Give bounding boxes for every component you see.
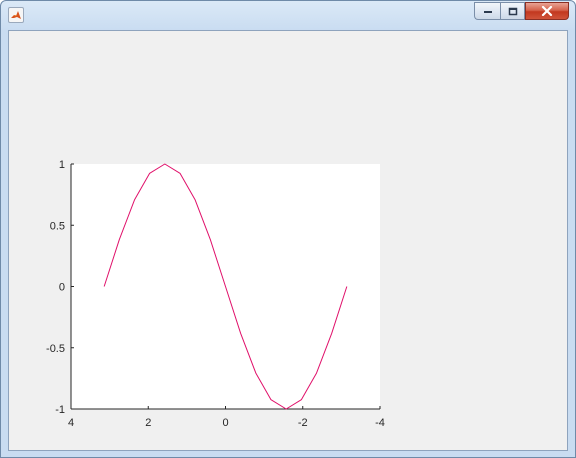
- x-tick-label: -2: [298, 417, 308, 429]
- matlab-figure-icon[interactable]: [8, 7, 24, 23]
- close-icon: [541, 6, 553, 16]
- y-tick-label: -0.5: [46, 343, 65, 355]
- minimize-icon: [483, 11, 492, 13]
- y-tick-label: 0: [59, 282, 65, 294]
- close-button[interactable]: [525, 2, 569, 20]
- y-tick-label: -1: [55, 404, 65, 416]
- restore-icon: [508, 7, 517, 15]
- minimize-button[interactable]: [474, 2, 500, 20]
- x-tick-label: 4: [68, 417, 74, 429]
- restore-button[interactable]: [500, 2, 525, 20]
- title-bar[interactable]: [1, 1, 575, 29]
- x-tick-label: 2: [145, 417, 151, 429]
- y-tick-label: 1: [59, 159, 65, 171]
- x-tick-label: 0: [222, 417, 228, 429]
- x-tick-label: -4: [375, 417, 385, 429]
- figure-client-area: 1 0.5 0 -0.5 -1 4 2 0 -2 -4: [8, 30, 568, 451]
- axes[interactable]: 1 0.5 0 -0.5 -14 2 0 -2 -4: [46, 159, 385, 429]
- plot-canvas: 1 0.5 0 -0.5 -14 2 0 -2 -4: [46, 159, 385, 429]
- figure-window: 1 0.5 0 -0.5 -1 4 2 0 -2 -4: [0, 0, 576, 458]
- y-tick-label: 0.5: [50, 220, 65, 232]
- window-controls: [474, 2, 569, 21]
